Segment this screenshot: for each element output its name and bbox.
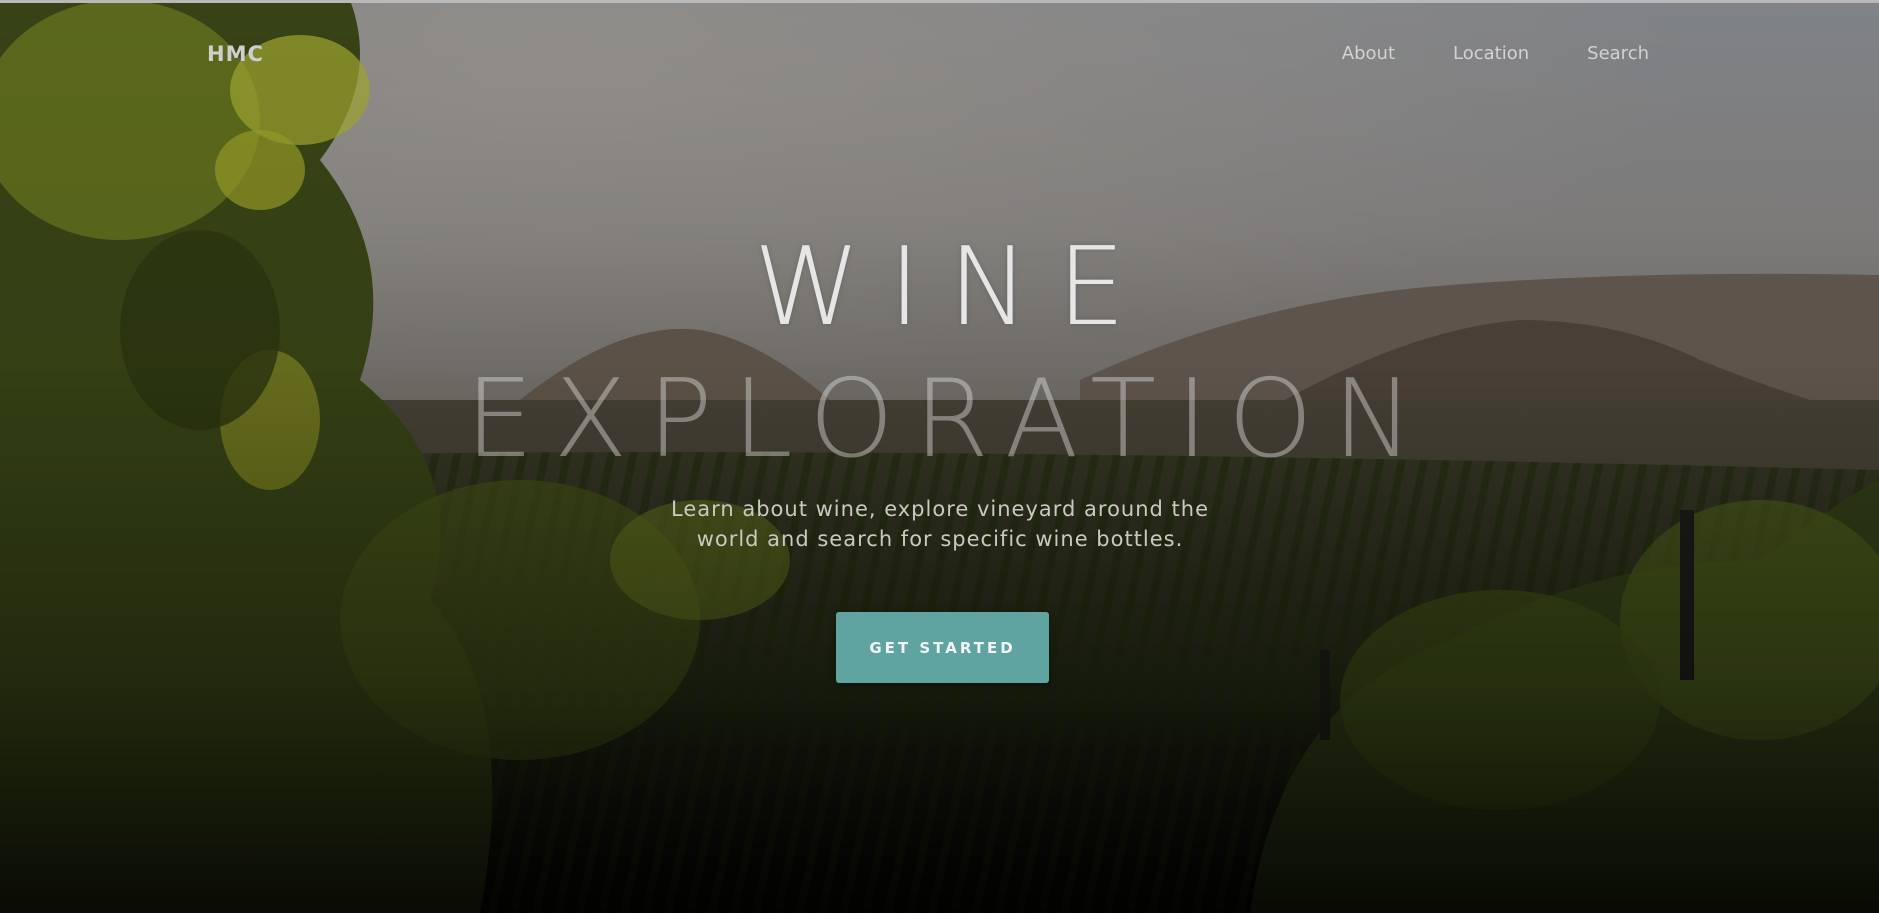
- hero-subtitle-line-1: Learn about wine, explore vineyard aroun…: [670, 497, 1210, 521]
- nav-link-location[interactable]: Location: [1453, 43, 1529, 64]
- nav-link-search[interactable]: Search: [1587, 43, 1649, 64]
- nav-links: About Location Search: [1342, 43, 1649, 64]
- hero-subtitle-line-2: world and search for specific wine bottl…: [696, 527, 1184, 551]
- nav-link-about[interactable]: About: [1342, 43, 1395, 64]
- hero-section: HMC About Location Search WINE EXPLORATI…: [0, 0, 1879, 913]
- get-started-button[interactable]: GET STARTED: [836, 612, 1049, 683]
- logo-link[interactable]: HMC: [207, 42, 264, 66]
- hero-title-line-2: EXPLORATION: [465, 357, 1434, 482]
- top-navigation: HMC About Location Search: [0, 0, 1879, 110]
- hero-title-line-1: WINE: [753, 225, 1154, 350]
- hero-subtitle: Learn about wine, explore vineyard aroun…: [640, 494, 1240, 554]
